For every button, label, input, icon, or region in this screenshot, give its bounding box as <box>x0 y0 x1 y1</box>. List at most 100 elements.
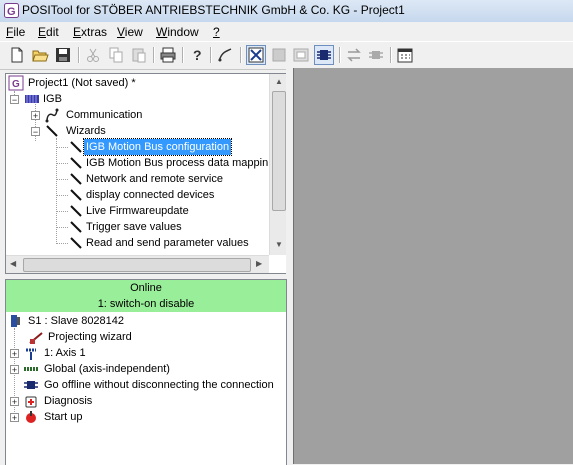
expand-icon[interactable]: + <box>10 365 19 375</box>
expand-icon[interactable]: + <box>10 349 19 359</box>
device-slave-label: S1 : Slave 8028142 <box>28 315 125 327</box>
scroll-thumb[interactable] <box>23 258 251 272</box>
new-icon[interactable] <box>8 46 26 64</box>
expand-icon[interactable]: + <box>10 397 19 407</box>
toolbar: ? <box>0 41 573 70</box>
status-line1: Online <box>130 282 162 294</box>
device-item[interactable]: + Start up <box>10 409 280 425</box>
toolbar-separator <box>78 47 80 63</box>
cut-icon[interactable] <box>84 46 102 64</box>
scroll-right-icon[interactable]: ▶ <box>256 259 262 268</box>
wizard-item[interactable]: IGB Motion Bus process data mapping <box>68 155 268 171</box>
tree-item-label: Live Firmwareupdate <box>86 205 189 217</box>
device-item[interactable]: Go offline without disconnecting the con… <box>10 377 282 393</box>
expand-icon[interactable]: + <box>31 111 40 121</box>
tree-item-label: IGB Motion Bus configuration <box>82 138 233 156</box>
wand-icon <box>70 237 82 249</box>
tree-item-label: Trigger save values <box>86 221 182 233</box>
toolbar-separator <box>153 47 155 63</box>
menu-bar: File Edit Extras View Window ? <box>0 22 573 41</box>
title-bar: G POSITool for STÖBER ANTRIEBSTECHNIK Gm… <box>0 0 573 23</box>
device-item[interactable]: + 1: Axis 1 <box>10 345 280 361</box>
menu-window[interactable]: Window <box>156 25 199 39</box>
connect-icon[interactable] <box>314 45 334 65</box>
window-title: POSITool for STÖBER ANTRIEBSTECHNIK GmbH… <box>22 3 405 17</box>
calendar-icon[interactable] <box>396 46 414 64</box>
device-item-label: Start up <box>44 411 83 423</box>
vertical-scrollbar[interactable]: ▲ ▼ <box>269 74 287 255</box>
scroll-down-icon[interactable]: ▼ <box>275 240 283 249</box>
wand-icon <box>70 157 82 169</box>
svg-text:?: ? <box>193 47 202 63</box>
project-tree-pane: G Project1 (Not saved) * − IGB + Communi… <box>5 73 287 274</box>
wizard-item[interactable]: Read and send parameter values <box>68 235 268 251</box>
svg-text:G: G <box>12 79 20 90</box>
device-slave[interactable]: S1 : Slave 8028142 <box>8 313 278 329</box>
toolbar-separator <box>182 47 184 63</box>
save-icon[interactable] <box>54 46 72 64</box>
app-logo-icon: G <box>4 3 19 18</box>
toolbar-separator <box>339 47 341 63</box>
collapse-icon[interactable]: − <box>31 127 40 137</box>
device-item-label: Diagnosis <box>44 395 93 407</box>
startup-icon <box>26 411 36 423</box>
communication-icon <box>45 108 59 123</box>
status-line2: 1: switch-on disable <box>97 298 195 310</box>
toolbar-separator <box>210 47 212 63</box>
menu-view[interactable]: View <box>117 25 143 39</box>
status-banner: Online 1: switch-on disable <box>6 280 286 312</box>
axis-icon <box>26 348 36 360</box>
tree-item-communication[interactable]: + Communication <box>31 107 231 123</box>
scroll-up-icon[interactable]: ▲ <box>275 77 283 86</box>
wizard-item[interactable]: Trigger save values <box>68 219 268 235</box>
tree-item-label: display connected devices <box>86 189 215 201</box>
device-item-label: 1: Axis 1 <box>44 347 86 359</box>
wand-icon <box>70 205 82 217</box>
menu-extras[interactable]: Extras <box>73 25 107 39</box>
wizard-item[interactable]: IGB Motion Bus configuration <box>68 138 268 156</box>
copy-icon[interactable] <box>107 46 125 64</box>
pane-splitter[interactable] <box>286 68 293 464</box>
wizard-item[interactable]: Network and remote service <box>68 171 268 187</box>
window1-icon[interactable] <box>270 46 288 64</box>
wand-icon <box>70 141 82 153</box>
tree-root-label: Project1 (Not saved) * <box>28 77 136 89</box>
menu-help[interactable]: ? <box>213 25 220 39</box>
mdi-workspace[interactable] <box>293 68 573 464</box>
expand-icon[interactable]: + <box>10 413 19 423</box>
paste-icon[interactable] <box>130 46 148 64</box>
wizard-item[interactable]: display connected devices <box>68 187 268 203</box>
device-pane: Online 1: switch-on disable S1 : Slave 8… <box>5 279 287 465</box>
device-item-label: Projecting wizard <box>48 331 132 343</box>
toolbar-separator <box>390 47 392 63</box>
wizard-icon[interactable] <box>216 46 234 64</box>
print-icon[interactable] <box>159 46 177 64</box>
horizontal-scrollbar[interactable]: ◀ ▶ <box>6 255 269 273</box>
wizard-item[interactable]: Live Firmwareupdate <box>68 203 268 219</box>
scroll-thumb[interactable] <box>272 91 286 211</box>
open-icon[interactable] <box>31 46 49 64</box>
transfer-icon[interactable] <box>345 46 363 64</box>
disconnect-icon[interactable] <box>367 46 385 64</box>
menu-file[interactable]: File <box>6 25 25 39</box>
device-item[interactable]: Projecting wizard <box>10 329 280 345</box>
device-item-label: Global (axis-independent) <box>44 363 170 375</box>
tree-item-wizards[interactable]: − Wizards <box>31 123 231 139</box>
menu-edit[interactable]: Edit <box>38 25 59 39</box>
tree-item-label: Wizards <box>66 125 106 137</box>
wand-icon <box>46 125 58 137</box>
collapse-icon[interactable]: − <box>10 95 19 105</box>
tree-item-label: IGB Motion Bus process data mapping <box>86 157 268 169</box>
scroll-left-icon[interactable]: ◀ <box>10 259 16 268</box>
online-icon[interactable] <box>246 45 266 65</box>
device-item[interactable]: + Diagnosis <box>10 393 280 409</box>
window2-icon[interactable] <box>292 46 310 64</box>
svg-text:G: G <box>7 6 16 18</box>
tree-item-label: IGB <box>43 93 62 105</box>
tree-item-igb[interactable]: − IGB <box>10 91 110 107</box>
device-item[interactable]: + Global (axis-independent) <box>10 361 280 377</box>
igb-bus-icon <box>25 95 39 103</box>
toolbar-separator <box>240 47 242 63</box>
help-icon[interactable]: ? <box>188 46 206 64</box>
wand-icon <box>70 221 82 233</box>
